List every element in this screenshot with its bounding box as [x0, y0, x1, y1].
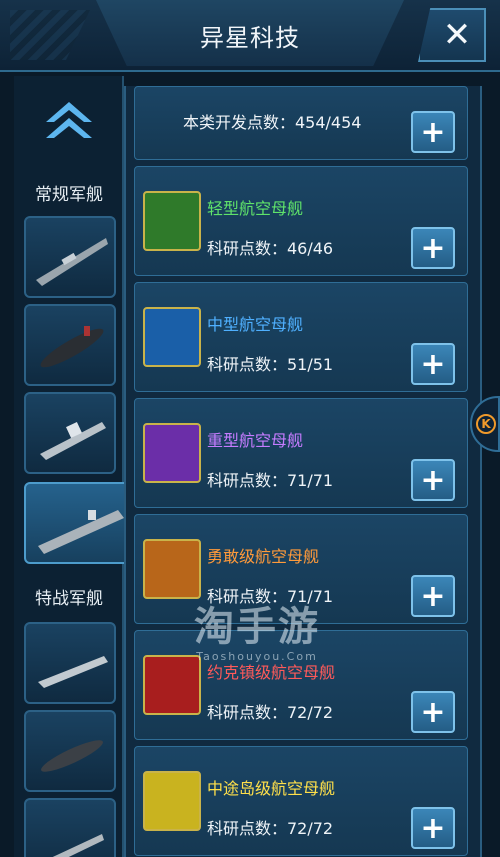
- item-name: 勇敢级航空母舰: [207, 547, 320, 566]
- item-points: 科研点数：51/51: [207, 355, 334, 374]
- yorktown-carrier-icon: [143, 655, 201, 715]
- add-points-button[interactable]: +: [411, 575, 455, 617]
- add-points-button[interactable]: +: [411, 227, 455, 269]
- stealth-ship-icon: [38, 656, 108, 688]
- medium-carrier-icon: [143, 307, 201, 367]
- plus-icon: +: [420, 346, 446, 382]
- item-points: 科研点数：71/71: [207, 471, 334, 490]
- category-sidebar: 常规军舰 特战军舰: [14, 76, 136, 857]
- submarine-icon: [40, 326, 104, 368]
- ship-type-destroyer[interactable]: [24, 392, 116, 474]
- item-name: 中型航空母舰: [207, 315, 304, 334]
- aircraft-carrier-icon: [38, 510, 124, 554]
- add-points-button[interactable]: +: [411, 807, 455, 849]
- category-label-regular[interactable]: 常规军舰: [14, 180, 124, 205]
- add-points-button[interactable]: +: [411, 691, 455, 733]
- watermark: 淘手游 Taoshouyou.Com: [172, 594, 342, 663]
- research-list: 本类开发点数：454/454 + 轻型航空母舰 科研点数：46/46 + 中型航…: [124, 86, 482, 857]
- close-icon: ✕: [442, 15, 472, 55]
- midway-carrier-icon: [143, 771, 201, 831]
- add-points-button[interactable]: +: [411, 459, 455, 501]
- add-points-button[interactable]: +: [411, 343, 455, 385]
- summary-card: 本类开发点数：454/454 +: [134, 86, 468, 160]
- ship-type-special-3[interactable]: [24, 798, 116, 857]
- scroll-up-icon[interactable]: [44, 100, 94, 144]
- item-name: 重型航空母舰: [207, 431, 304, 450]
- ship-type-submarine[interactable]: [24, 304, 116, 386]
- list-item[interactable]: 轻型航空母舰 科研点数：46/46 +: [134, 166, 468, 276]
- special-submarine-icon: [41, 740, 103, 772]
- header: 异星科技 ✕: [0, 0, 500, 72]
- item-name: 轻型航空母舰: [207, 199, 304, 218]
- battleship-icon: [36, 238, 108, 286]
- watermark-main: 淘手游: [194, 604, 320, 650]
- ship-type-battleship[interactable]: [24, 216, 116, 298]
- plus-icon: +: [420, 462, 446, 498]
- list-item[interactable]: 中型航空母舰 科研点数：51/51 +: [134, 282, 468, 392]
- coin-icon: K: [476, 414, 496, 434]
- plus-icon: +: [420, 810, 446, 846]
- ship-type-carrier[interactable]: [24, 482, 136, 564]
- item-points: 科研点数：72/72: [207, 703, 334, 722]
- special-ship-icon: [52, 834, 104, 857]
- add-points-button[interactable]: +: [411, 111, 455, 153]
- heavy-carrier-icon: [143, 423, 201, 483]
- list-item[interactable]: 中途岛级航空母舰 科研点数：72/72 +: [134, 746, 468, 856]
- item-points: 科研点数：46/46: [207, 239, 334, 258]
- close-button[interactable]: ✕: [418, 8, 486, 62]
- ship-type-special-1[interactable]: [24, 622, 116, 704]
- plus-icon: +: [420, 694, 446, 730]
- category-dev-points: 本类开发点数：454/454: [183, 113, 362, 132]
- destroyer-icon: [40, 422, 106, 460]
- list-item[interactable]: 重型航空母舰 科研点数：71/71 +: [134, 398, 468, 508]
- plus-icon: +: [420, 114, 446, 150]
- light-carrier-icon: [143, 191, 201, 251]
- plus-icon: +: [420, 578, 446, 614]
- plus-icon: +: [420, 230, 446, 266]
- watermark-sub: Taoshouyou.Com: [196, 650, 318, 663]
- courageous-carrier-icon: [143, 539, 201, 599]
- category-label-special[interactable]: 特战军舰: [14, 584, 124, 609]
- item-points: 科研点数：72/72: [207, 819, 334, 838]
- item-name: 中途岛级航空母舰: [207, 779, 336, 798]
- ship-type-special-2[interactable]: [24, 710, 116, 792]
